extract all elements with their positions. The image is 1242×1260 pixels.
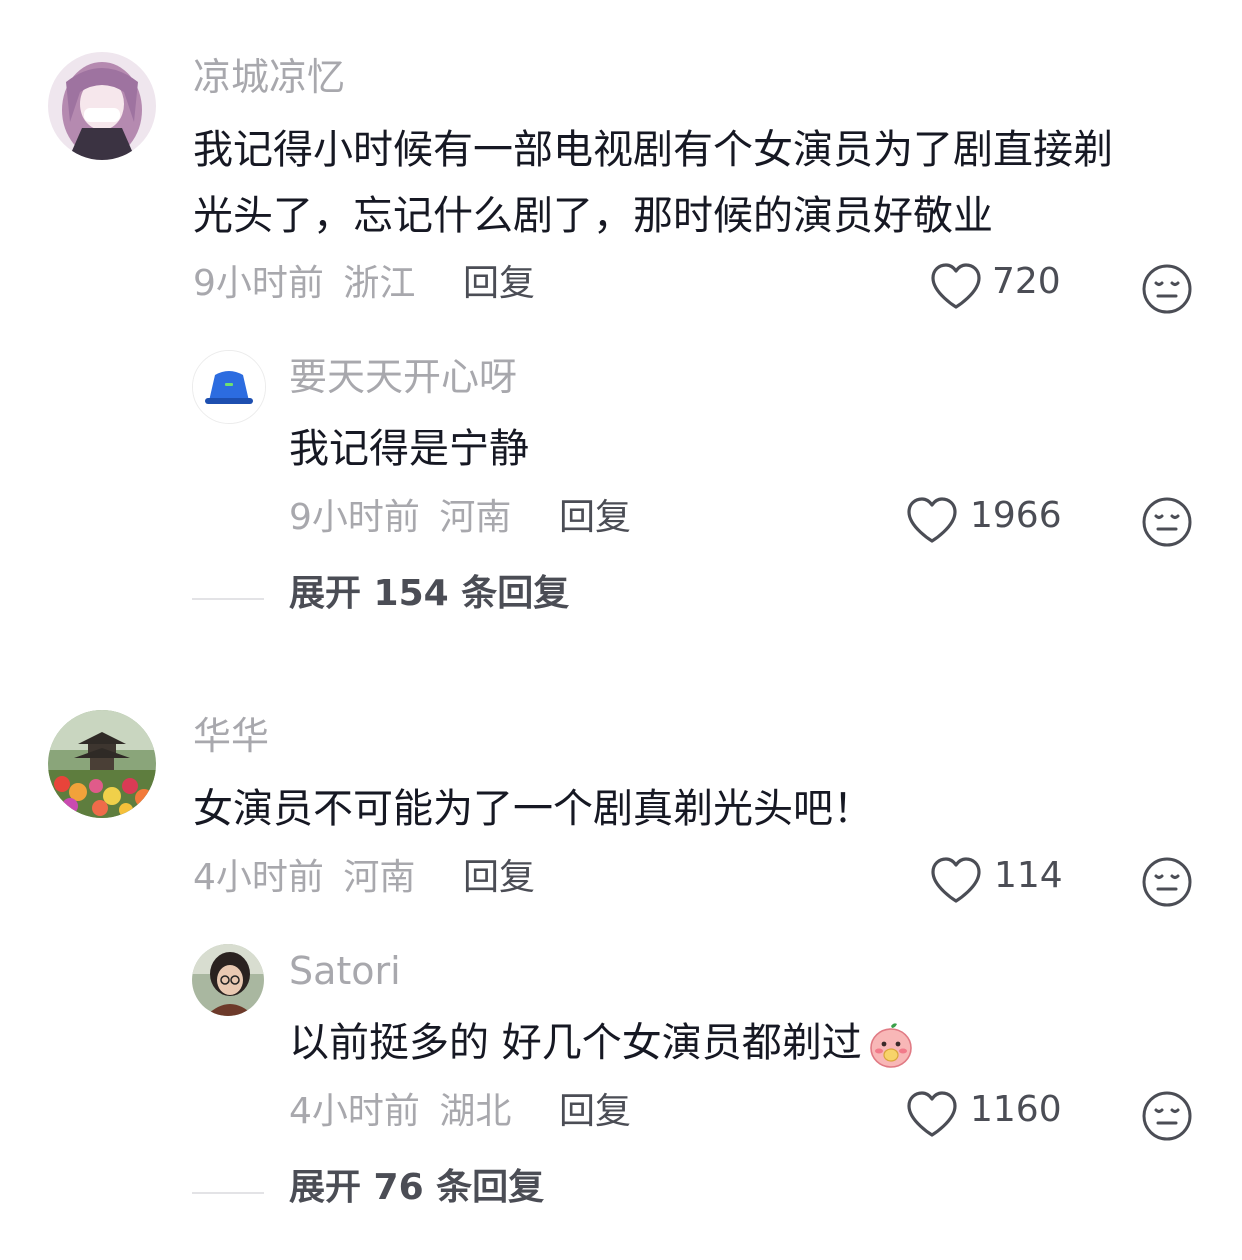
- like-count: 1966: [970, 495, 1062, 536]
- comment-time: 9小时前: [193, 263, 324, 304]
- username[interactable]: 要天天开心呀: [289, 358, 517, 396]
- blue-bucket-hat-avatar-icon: [193, 351, 265, 423]
- comment-text: 光头了，忘记什么剧了，那时候的演员好敬业: [193, 193, 993, 239]
- reply-button[interactable]: 回复: [559, 1094, 631, 1130]
- reply-text-content: 以前挺多的 好几个女演员都剃过: [289, 1020, 862, 1066]
- expand-divider: [192, 598, 264, 600]
- like-count: 1160: [970, 1089, 1062, 1130]
- heart-icon[interactable]: [905, 1090, 959, 1140]
- reply-location: 湖北: [439, 1091, 512, 1132]
- like-count: 720: [992, 261, 1061, 302]
- pagoda-flowers-avatar-icon: [48, 710, 156, 818]
- heart-icon[interactable]: [929, 262, 983, 312]
- comment-text: 女演员不可能为了一个剧真剃光头吧！: [193, 786, 873, 832]
- reply-meta: 9小时前 河南: [289, 500, 511, 536]
- dislike-face-icon[interactable]: [1140, 262, 1194, 316]
- reply-button[interactable]: 回复: [463, 266, 535, 302]
- girl-with-glasses-avatar-icon: [192, 944, 264, 1016]
- reply-meta: 4小时前 湖北: [289, 1094, 511, 1130]
- comment-meta: 9小时前 浙江: [193, 266, 415, 302]
- comment-text: 我记得小时候有一部电视剧有个女演员为了剧直接剃: [193, 127, 1113, 173]
- dislike-face-icon[interactable]: [1140, 855, 1194, 909]
- comment-location: 浙江: [343, 263, 416, 304]
- dislike-face-icon[interactable]: [1140, 1089, 1194, 1143]
- comment-meta: 4小时前 河南: [193, 860, 415, 896]
- like-count: 114: [994, 855, 1063, 896]
- reply-button[interactable]: 回复: [559, 500, 631, 536]
- dislike-face-icon[interactable]: [1140, 495, 1194, 549]
- reply-location: 河南: [439, 497, 512, 538]
- heart-icon[interactable]: [905, 496, 959, 546]
- peach-blush-emoji-icon: [866, 1020, 916, 1070]
- comment-time: 4小时前: [193, 857, 324, 898]
- avatar[interactable]: [192, 944, 264, 1016]
- reply-text: 以前挺多的 好几个女演员都剃过: [289, 1010, 916, 1076]
- anime-girl-avatar-icon: [48, 52, 156, 160]
- reply-button[interactable]: 回复: [463, 860, 535, 896]
- username[interactable]: Satori: [289, 952, 401, 990]
- avatar[interactable]: [192, 350, 266, 424]
- expand-replies-button[interactable]: 展开 154 条回复: [289, 576, 569, 612]
- comment-location: 河南: [343, 857, 416, 898]
- avatar[interactable]: [48, 52, 156, 160]
- reply-time: 9小时前: [289, 497, 420, 538]
- username[interactable]: 凉城凉忆: [193, 58, 345, 96]
- username[interactable]: 华华: [193, 717, 269, 755]
- reply-text: 我记得是宁静: [289, 426, 529, 472]
- heart-icon[interactable]: [929, 856, 983, 906]
- avatar[interactable]: [48, 710, 156, 818]
- reply-time: 4小时前: [289, 1091, 420, 1132]
- expand-divider: [192, 1192, 264, 1194]
- expand-replies-button[interactable]: 展开 76 条回复: [289, 1170, 544, 1206]
